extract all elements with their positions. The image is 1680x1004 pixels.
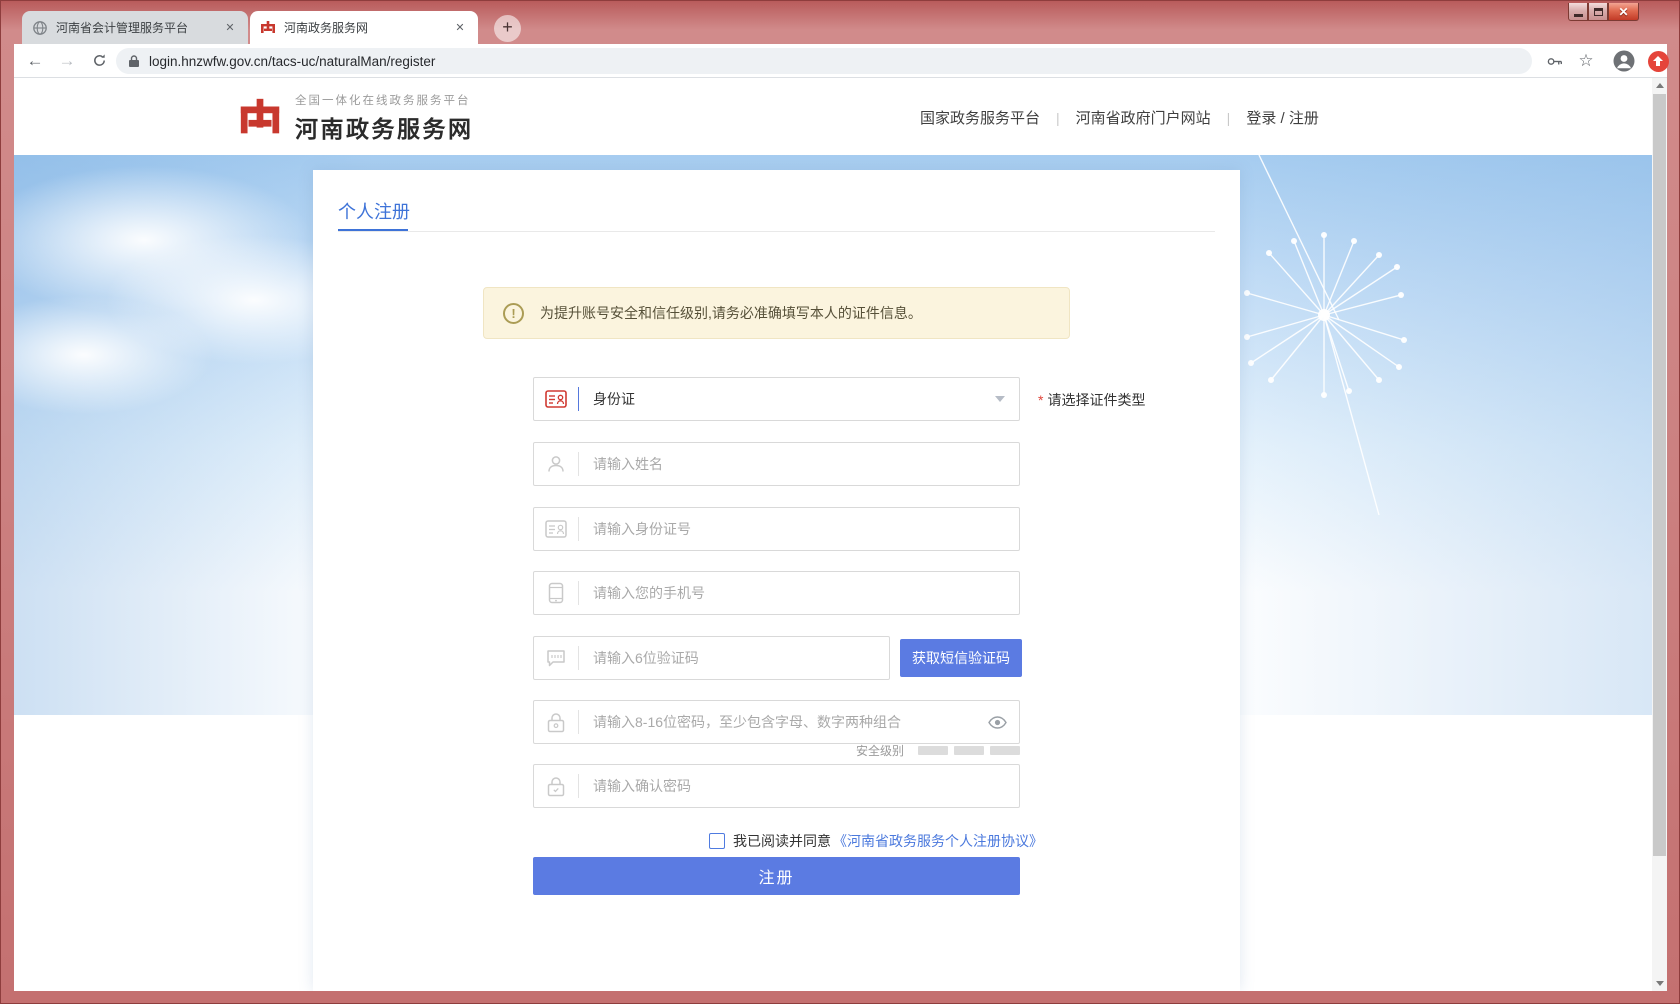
required-asterisk: * (1038, 392, 1043, 408)
browser-update-icon[interactable] (1646, 49, 1670, 73)
tab-accounting-platform[interactable]: 河南省会计管理服务平台 ✕ (22, 11, 248, 44)
header-links: 国家政务服务平台 | 河南省政府门户网站 | 登录 / 注册 (920, 107, 1319, 128)
id-number-input[interactable] (579, 521, 1019, 537)
link-login-register[interactable]: 登录 / 注册 (1246, 107, 1319, 128)
maximize-icon (1594, 8, 1603, 16)
tab-title: 河南政务服务网 (284, 19, 444, 36)
strength-bar (918, 746, 948, 755)
scroll-down-arrow[interactable] (1652, 976, 1667, 991)
warning-icon: ! (503, 303, 524, 324)
profile-avatar-icon[interactable] (1612, 49, 1636, 73)
lock-icon (128, 54, 140, 68)
password-strength: 安全级别 (533, 744, 1020, 756)
page-scrollbar[interactable] (1652, 78, 1667, 991)
register-button[interactable]: 注册 (533, 857, 1020, 895)
url-text: login.hnzwfw.gov.cn/tacs-uc/naturalMan/r… (149, 54, 435, 69)
toggle-password-visibility-icon[interactable] (988, 716, 1007, 729)
reload-button[interactable] (86, 48, 112, 74)
forward-button[interactable]: → (54, 48, 80, 74)
address-bar[interactable]: login.hnzwfw.gov.cn/tacs-uc/naturalMan/r… (116, 48, 1532, 74)
phone-icon (534, 582, 578, 604)
sms-bubble-icon (534, 649, 578, 668)
id-card-gray-icon (534, 520, 578, 538)
window-controls: ✕ (1568, 3, 1639, 21)
globe-icon (32, 20, 48, 36)
password-input[interactable] (579, 714, 988, 730)
password-field (533, 700, 1020, 744)
logo-tagline: 全国一体化在线政务服务平台 (295, 92, 474, 108)
chevron-down-icon (995, 396, 1005, 402)
person-icon (534, 454, 578, 474)
bookmark-star-icon[interactable]: ☆ (1574, 49, 1598, 73)
link-separator: | (1227, 110, 1231, 126)
scroll-up-arrow[interactable] (1652, 78, 1667, 93)
strength-label: 安全级别 (856, 742, 904, 759)
tab-strip: 河南省会计管理服务平台 ✕ 河南政务服务网 ✕ + (0, 0, 1680, 44)
link-national-platform[interactable]: 国家政务服务平台 (920, 107, 1040, 128)
close-button[interactable]: ✕ (1608, 3, 1639, 21)
cert-type-select[interactable]: 身份证 (533, 377, 1020, 421)
security-notice: ! 为提升账号安全和信任级别,请务必准确填写本人的证件信息。 (483, 287, 1070, 339)
tab-title: 河南省会计管理服务平台 (56, 19, 214, 36)
back-button[interactable]: ← (22, 48, 48, 74)
get-sms-code-button[interactable]: 获取短信验证码 (900, 639, 1022, 677)
divider (338, 231, 1215, 232)
agree-checkbox[interactable] (709, 833, 725, 849)
confirm-password-input[interactable] (579, 778, 1019, 794)
tab-henan-gov-service[interactable]: 河南政务服务网 ✕ (250, 11, 478, 44)
confirm-password-field (533, 764, 1020, 808)
close-icon: ✕ (1618, 6, 1628, 18)
agreement-row: 我已阅读并同意 《河南省政务服务个人注册协议》 (709, 831, 1043, 851)
id-number-field (533, 507, 1020, 551)
link-henan-portal[interactable]: 河南省政府门户网站 (1076, 107, 1211, 128)
site-logo: 全国一体化在线政务服务平台 河南政务服务网 (237, 92, 474, 144)
password-key-icon[interactable] (1542, 49, 1566, 73)
henan-logo-icon (260, 20, 276, 36)
lock-check-icon (534, 776, 578, 797)
browser-toolbar: ← → login.hnzwfw.gov.cn/tacs-uc/naturalM… (14, 44, 1667, 78)
site-header: 全国一体化在线政务服务平台 河南政务服务网 国家政务服务平台 | 河南省政府门户… (14, 78, 1652, 155)
phone-input[interactable] (579, 585, 1019, 601)
id-card-icon (534, 390, 578, 408)
logo-title: 河南政务服务网 (295, 110, 474, 144)
sms-code-field (533, 636, 890, 680)
maximize-button[interactable] (1588, 3, 1608, 21)
tab-close-icon[interactable]: ✕ (222, 20, 238, 36)
browser-client-area: ← → login.hnzwfw.gov.cn/tacs-uc/naturalM… (14, 44, 1667, 991)
page-viewport: 全国一体化在线政务服务平台 河南政务服务网 国家政务服务平台 | 河南省政府门户… (14, 78, 1652, 991)
sms-code-input[interactable] (579, 650, 889, 666)
strength-bar (954, 746, 984, 755)
agreement-link[interactable]: 《河南省政务服务个人注册协议》 (833, 831, 1043, 851)
link-separator: | (1056, 110, 1060, 126)
scrollbar-thumb[interactable] (1653, 94, 1666, 856)
minimize-icon (1574, 14, 1583, 17)
registration-card: 个人注册 ! 为提升账号安全和信任级别,请务必准确填写本人的证件信息。 (313, 170, 1240, 991)
minimize-button[interactable] (1568, 3, 1588, 21)
lock-icon (534, 712, 578, 733)
new-tab-button[interactable]: + (494, 15, 521, 42)
dandelion-graphic (1229, 155, 1649, 515)
henan-gov-logo-icon (237, 95, 283, 141)
browser-window: 河南省会计管理服务平台 ✕ 河南政务服务网 ✕ + ✕ ← → (0, 0, 1680, 1004)
notice-text: 为提升账号安全和信任级别,请务必准确填写本人的证件信息。 (540, 303, 922, 323)
tab-personal-register[interactable]: 个人注册 (338, 198, 410, 224)
cert-type-value: 身份证 (579, 389, 995, 409)
tab-close-icon[interactable]: ✕ (452, 20, 468, 36)
agree-text: 我已阅读并同意 (733, 831, 831, 851)
strength-bar (990, 746, 1020, 755)
phone-field (533, 571, 1020, 615)
name-input[interactable] (579, 456, 1019, 472)
name-field (533, 442, 1020, 486)
reload-icon (92, 53, 107, 68)
cert-type-hint: *请选择证件类型 (1038, 390, 1145, 410)
